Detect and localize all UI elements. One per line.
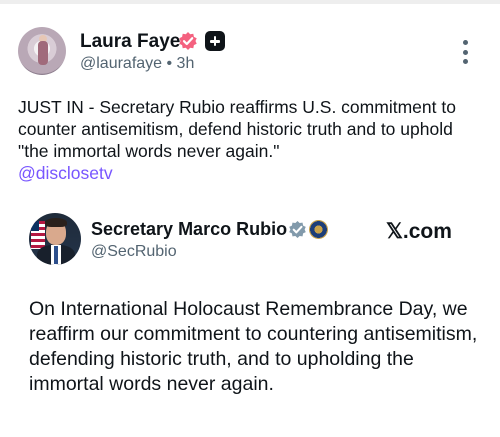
- quoted-author-name[interactable]: Secretary Marco Rubio: [91, 219, 287, 240]
- gray-verified-icon: [289, 220, 306, 239]
- mention-link[interactable]: @disclosetv: [18, 162, 113, 184]
- quoted-author-handle: @SecRubio: [91, 243, 177, 260]
- avatar-hair: [45, 218, 67, 227]
- author-avatar[interactable]: [18, 27, 66, 75]
- avatar-tie: [54, 246, 58, 264]
- verified-badge-icon: [179, 32, 197, 50]
- author-name[interactable]: Laura Faye: [80, 31, 180, 53]
- plus-badge-icon: [205, 31, 225, 51]
- quoted-author-avatar[interactable]: [29, 213, 81, 265]
- quoted-post-text: On International Holocaust Remembrance D…: [29, 298, 478, 395]
- more-options-icon[interactable]: [456, 38, 476, 66]
- avatar-figure: [38, 41, 48, 65]
- state-dept-seal-icon: [309, 220, 328, 239]
- source-label: 𝕏.com: [386, 220, 452, 243]
- top-divider: [0, 0, 500, 4]
- author-handle-time: @laurafaye • 3h: [80, 55, 195, 72]
- flag-canton: [31, 221, 39, 231]
- post-text: JUST IN - Secretary Rubio reaffirms U.S.…: [18, 97, 456, 161]
